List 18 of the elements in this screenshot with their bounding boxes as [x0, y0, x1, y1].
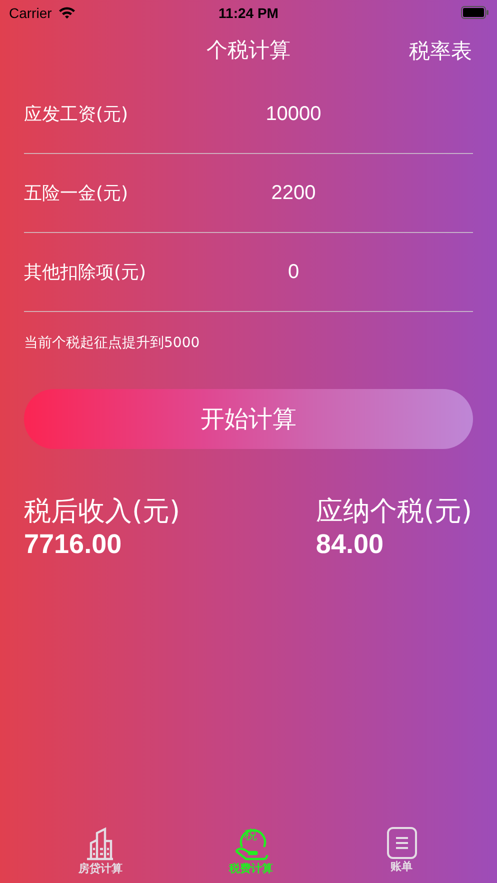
tax-rate-button[interactable]: 税率表: [409, 37, 472, 65]
result-value: 84.00: [316, 529, 384, 560]
field-label: 应发工资(元): [24, 103, 130, 126]
result-label: 应纳个税(元): [316, 495, 472, 529]
input-field[interactable]: 0: [204, 260, 383, 284]
tab-item[interactable]: 房贷计算: [50, 827, 150, 883]
status-time: 11:24 PM: [218, 4, 278, 20]
result-value: 7716.00: [24, 529, 123, 560]
field-label: 五险一金(元): [24, 182, 130, 205]
input-field[interactable]: 10000: [204, 102, 383, 126]
carrier-label: Carrier: [9, 4, 52, 20]
input-field[interactable]: 2200: [204, 182, 383, 204]
result-label: 税后收入(元): [24, 495, 180, 529]
nav-title: 个税计算: [206, 37, 290, 64]
hint-text: 当前个税起征点提升到5000: [23, 334, 201, 352]
tab-item[interactable]: 账单: [352, 827, 452, 883]
field-label: 其他扣除项(元): [24, 261, 148, 284]
calculate-button[interactable]: 开始计算: [24, 389, 473, 449]
